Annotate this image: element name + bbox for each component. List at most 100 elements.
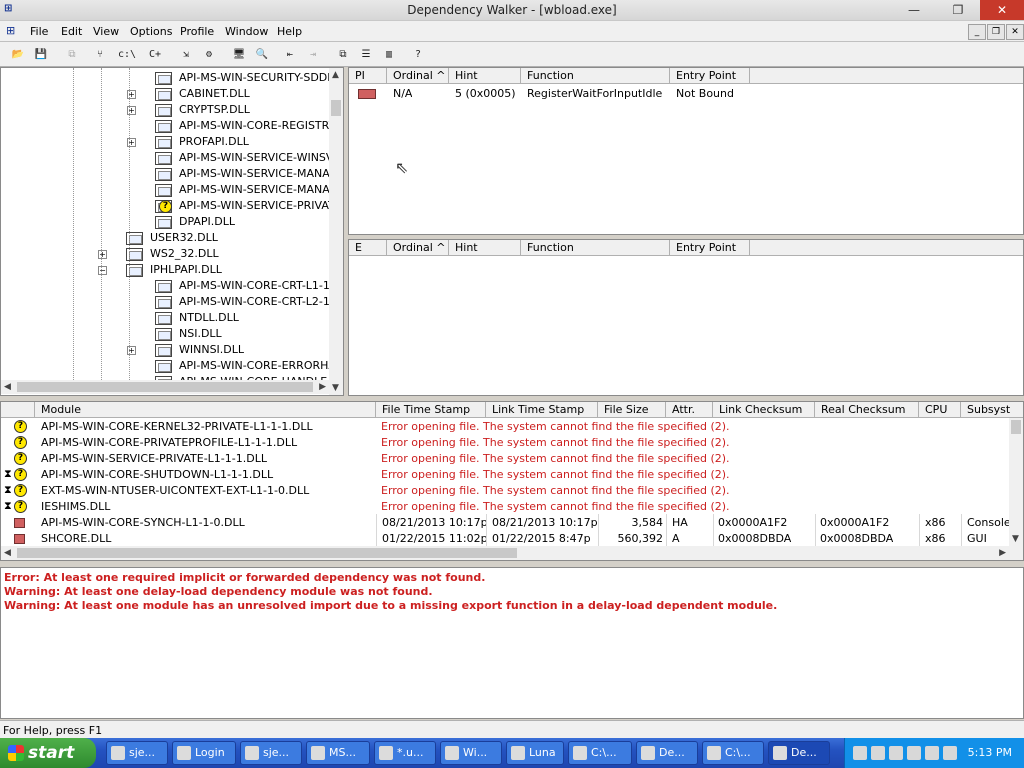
copy-icon[interactable]: ⧉ — [62, 45, 82, 64]
expand-icon[interactable]: + — [98, 250, 107, 259]
scroll-up-icon[interactable]: ▲ — [332, 70, 339, 80]
tree-item[interactable]: − IPHLPAPI.DLL — [1, 262, 331, 278]
header-hint[interactable]: Hint — [449, 240, 521, 256]
scroll-down-icon[interactable]: ▼ — [332, 383, 339, 393]
tree-item[interactable]: + WINNSI.DLL — [1, 342, 331, 358]
tree-item[interactable]: + WS2_32.DLL — [1, 246, 331, 262]
table-row[interactable]: ? API-MS-WIN-SERVICE-PRIVATE-L1-1-1.DLL Er… — [1, 451, 1009, 467]
cpp-icon[interactable]: C+ — [145, 45, 165, 64]
menu-view[interactable]: View — [93, 25, 119, 38]
table-row[interactable]: API-MS-WIN-CORE-SYNCH-L1-1-0.DLL 08/21/20… — [1, 515, 1011, 531]
auto-expand-icon[interactable]: ⇲ — [176, 45, 196, 64]
scroll-down-icon[interactable]: ▼ — [1012, 534, 1019, 544]
tree-item[interactable]: API-MS-WIN-SERVICE-MANAC — [1, 182, 331, 198]
tree-item[interactable]: API-MS-WIN-SERVICE-MANAC — [1, 166, 331, 182]
log-view[interactable]: Error: At least one required implicit or… — [0, 567, 1024, 719]
open-icon[interactable]: 📂 — [8, 45, 28, 64]
header-pi[interactable]: PI — [349, 68, 387, 84]
mdi-minimize-button[interactable]: _ — [968, 24, 986, 40]
taskbar-button[interactable]: De... — [636, 741, 698, 765]
volume-icon[interactable] — [925, 746, 939, 760]
tree-item[interactable]: API-MS-WIN-CORE-ERRORHA — [1, 358, 331, 374]
header-column[interactable]: Real Checksum — [815, 402, 919, 418]
tree-item[interactable]: + CABINET.DLL — [1, 86, 331, 102]
start-button[interactable]: start — [0, 738, 96, 768]
tree-vscrollbar[interactable]: ▲ ▼ — [329, 68, 343, 395]
tree-item[interactable]: API-MS-WIN-CORE-CRT-L2-1-( — [1, 294, 331, 310]
close-button[interactable]: ✕ — [980, 0, 1024, 20]
menu-options[interactable]: Options — [130, 25, 172, 38]
tile-horizontal-icon[interactable]: ☰ — [356, 45, 376, 64]
configure-icon[interactable]: ⚙ — [199, 45, 219, 64]
network-icon[interactable] — [853, 746, 867, 760]
imports-list[interactable]: PI Ordinal ^ Hint Function Entry Point N… — [348, 67, 1024, 235]
table-row[interactable]: SHCORE.DLL 01/22/2015 11:02p 01/22/2015 8:… — [1, 531, 1009, 547]
search-icon[interactable] — [889, 746, 903, 760]
display-icon[interactable] — [943, 746, 957, 760]
tree-item[interactable]: API-MS-WIN-SERVICE-WINSV — [1, 150, 331, 166]
tree-hscrollbar[interactable]: ◀ ▶ — [1, 380, 329, 394]
taskbar-button[interactable]: Wi... — [440, 741, 502, 765]
scroll-right-icon[interactable]: ▶ — [999, 548, 1006, 558]
module-list[interactable]: Module File Time Stamp Link Time Stamp File… — [0, 401, 1024, 561]
tree-item[interactable]: NTDLL.DLL — [1, 310, 331, 326]
taskbar-button[interactable]: C:\... — [702, 741, 764, 765]
header-column[interactable]: Attr. — [666, 402, 713, 418]
tree-item[interactable]: ? API-MS-WIN-SERVICE-PRIVAT — [1, 198, 331, 214]
help-icon[interactable]: ? — [408, 45, 428, 64]
exports-list[interactable]: E Ordinal ^ Hint Function Entry Point — [348, 239, 1024, 396]
tree-item[interactable]: + CRYPTSP.DLL — [1, 102, 331, 118]
taskbar-button[interactable]: C:\... — [568, 741, 632, 765]
tools-icon[interactable] — [871, 746, 885, 760]
table-row[interactable]: ? API-MS-WIN-CORE-KERNEL32-PRIVATE-L1-1-1… — [1, 419, 1009, 435]
full-paths-icon[interactable]: ⑂ — [90, 45, 110, 64]
header-entry-point[interactable]: Entry Point — [670, 240, 750, 256]
mdi-restore-button[interactable]: ❐ — [987, 24, 1005, 40]
minimize-button[interactable]: — — [892, 0, 936, 20]
taskbar-button[interactable]: Login — [172, 741, 236, 765]
taskbar-button[interactable]: *.u... — [374, 741, 436, 765]
header-ordinal[interactable]: Ordinal ^ — [387, 240, 449, 256]
scroll-right-icon[interactable]: ▶ — [319, 382, 326, 392]
collapse-icon[interactable]: − — [98, 266, 107, 275]
header-column[interactable]: Subsyst — [961, 402, 1023, 418]
scroll-thumb[interactable] — [1011, 420, 1021, 434]
table-row[interactable]: ? ⧗ API-MS-WIN-CORE-SHUTDOWN-L1-1-1.DLL Err… — [1, 467, 1009, 483]
menu-edit[interactable]: Edit — [61, 25, 82, 38]
tree-item[interactable]: API-MS-WIN-CORE-REGISTRY — [1, 118, 331, 134]
header-function[interactable]: Function — [521, 240, 670, 256]
taskbar-button[interactable]: MS... — [306, 741, 370, 765]
taskbar-button[interactable]: Luna — [506, 741, 564, 765]
header-function[interactable]: Function — [521, 68, 670, 84]
header-column[interactable]: CPU — [919, 402, 961, 418]
tree-item[interactable]: + PROFAPI.DLL — [1, 134, 331, 150]
table-row[interactable]: ? ⧗ EXT-MS-WIN-NTUSER-UICONTEXT-EXT-L1-1-0… — [1, 483, 1009, 499]
header-column[interactable]: File Size — [598, 402, 666, 418]
scroll-left-icon[interactable]: ◀ — [4, 382, 11, 392]
header-column[interactable]: Link Time Stamp — [486, 402, 598, 418]
tree-item[interactable]: DPAPI.DLL — [1, 214, 331, 230]
scroll-left-icon[interactable]: ◀ — [4, 548, 11, 558]
tree-item[interactable]: USER32.DLL — [1, 230, 331, 246]
next-icon[interactable]: ⇥ — [303, 45, 323, 64]
undecorate-icon[interactable]: c:\ — [117, 45, 137, 64]
save-icon[interactable]: 💾 — [31, 45, 51, 64]
table-row[interactable]: ? ⧗ IESHIMS.DLL Error opening file. The sys… — [1, 499, 1009, 515]
tree-item[interactable]: NSI.DLL — [1, 326, 331, 342]
mdi-close-button[interactable]: ✕ — [1006, 24, 1024, 40]
taskbar-button[interactable]: sje... — [240, 741, 302, 765]
taskbar-button[interactable]: De... — [768, 741, 830, 765]
tree-item[interactable]: API-MS-WIN-CORE-CRT-L1-1-( — [1, 278, 331, 294]
header-column[interactable]: File Time Stamp — [376, 402, 486, 418]
prev-icon[interactable]: ⇤ — [280, 45, 300, 64]
menu-window[interactable]: Window — [225, 25, 268, 38]
menu-profile[interactable]: Profile — [180, 25, 214, 38]
menu-help[interactable]: Help — [277, 25, 302, 38]
scroll-thumb[interactable] — [17, 548, 517, 558]
module-tree[interactable]: API-MS-WIN-SECURITY-SDDL- + CABINET.DLL + CR… — [0, 67, 344, 396]
find-icon[interactable]: 🔍 — [252, 45, 272, 64]
scroll-thumb[interactable] — [331, 100, 341, 116]
scroll-thumb[interactable] — [17, 382, 313, 392]
modules-vscrollbar[interactable]: ▼ — [1009, 418, 1023, 560]
tile-vertical-icon[interactable]: ▥ — [379, 45, 399, 64]
